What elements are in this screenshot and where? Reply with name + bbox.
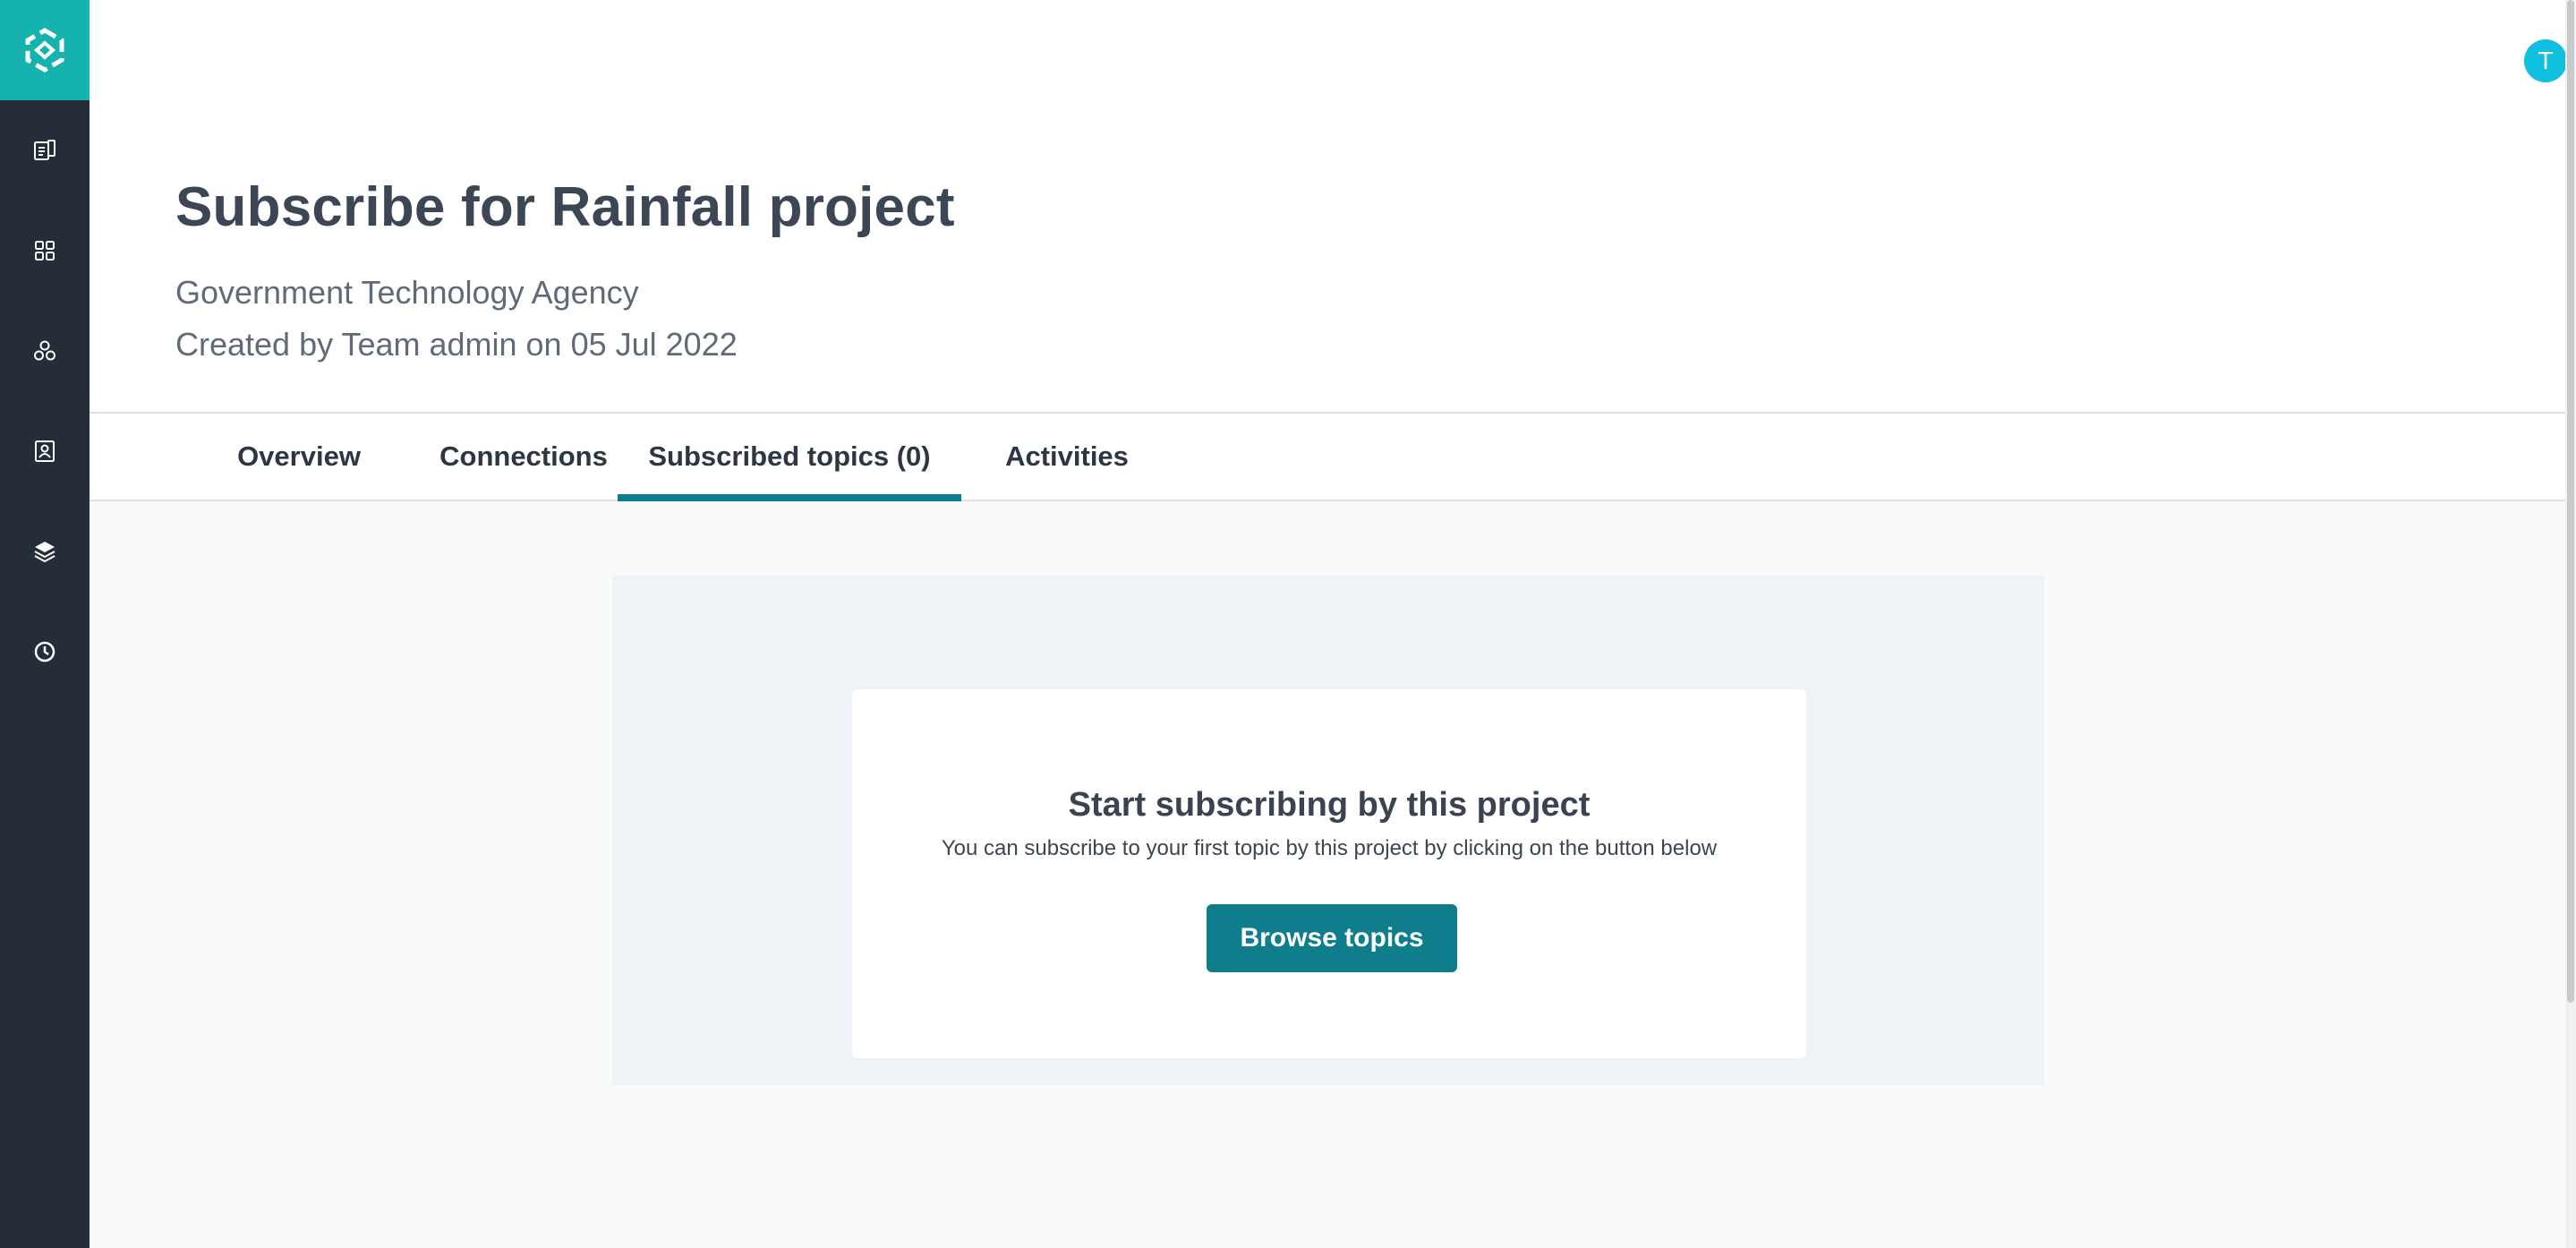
sidebar-item-layers[interactable] (0, 501, 90, 602)
tab-subscribed-topics[interactable]: Subscribed topics (0) (618, 414, 961, 501)
empty-state-panel: Start subscribing by this project You ca… (612, 575, 2044, 1085)
empty-state-title: Start subscribing by this project (1068, 786, 1591, 824)
sidebar-item-documents[interactable] (0, 100, 90, 201)
scrollbar-thumb[interactable] (2567, 0, 2574, 1003)
page-header: T Subscribe for Rainfall project Governm… (90, 0, 2569, 414)
page-title: Subscribe for Rainfall project (175, 176, 955, 238)
empty-state-card: Start subscribing by this project You ca… (852, 689, 1806, 1058)
empty-state-description: You can subscribe to your first topic by… (941, 836, 1718, 860)
app-logo[interactable] (0, 0, 90, 100)
sidebar-item-contacts[interactable] (0, 401, 90, 501)
sidebar-item-network[interactable] (0, 301, 90, 401)
tab-activities[interactable]: Activities (983, 414, 1151, 500)
sidebar-item-dashboard[interactable] (0, 201, 90, 301)
documents-icon (34, 140, 55, 160)
user-avatar[interactable]: T (2524, 39, 2567, 82)
tab-overview[interactable]: Overview (218, 414, 380, 500)
sidebar (0, 0, 90, 1248)
layers-icon (34, 542, 55, 563)
hexagon-logo-icon (25, 28, 64, 73)
grid-icon (35, 241, 55, 261)
clock-icon (34, 641, 55, 662)
tab-bar: Overview Connections Subscribed topics (… (90, 414, 2569, 501)
sidebar-item-history[interactable] (0, 602, 90, 702)
tab-connections[interactable]: Connections (415, 414, 632, 500)
organization-name: Government Technology Agency (175, 274, 639, 311)
browse-topics-button[interactable]: Browse topics (1207, 904, 1457, 972)
created-info: Created by Team admin on 05 Jul 2022 (175, 326, 738, 363)
contact-card-icon (35, 440, 55, 462)
network-icon (34, 340, 55, 361)
